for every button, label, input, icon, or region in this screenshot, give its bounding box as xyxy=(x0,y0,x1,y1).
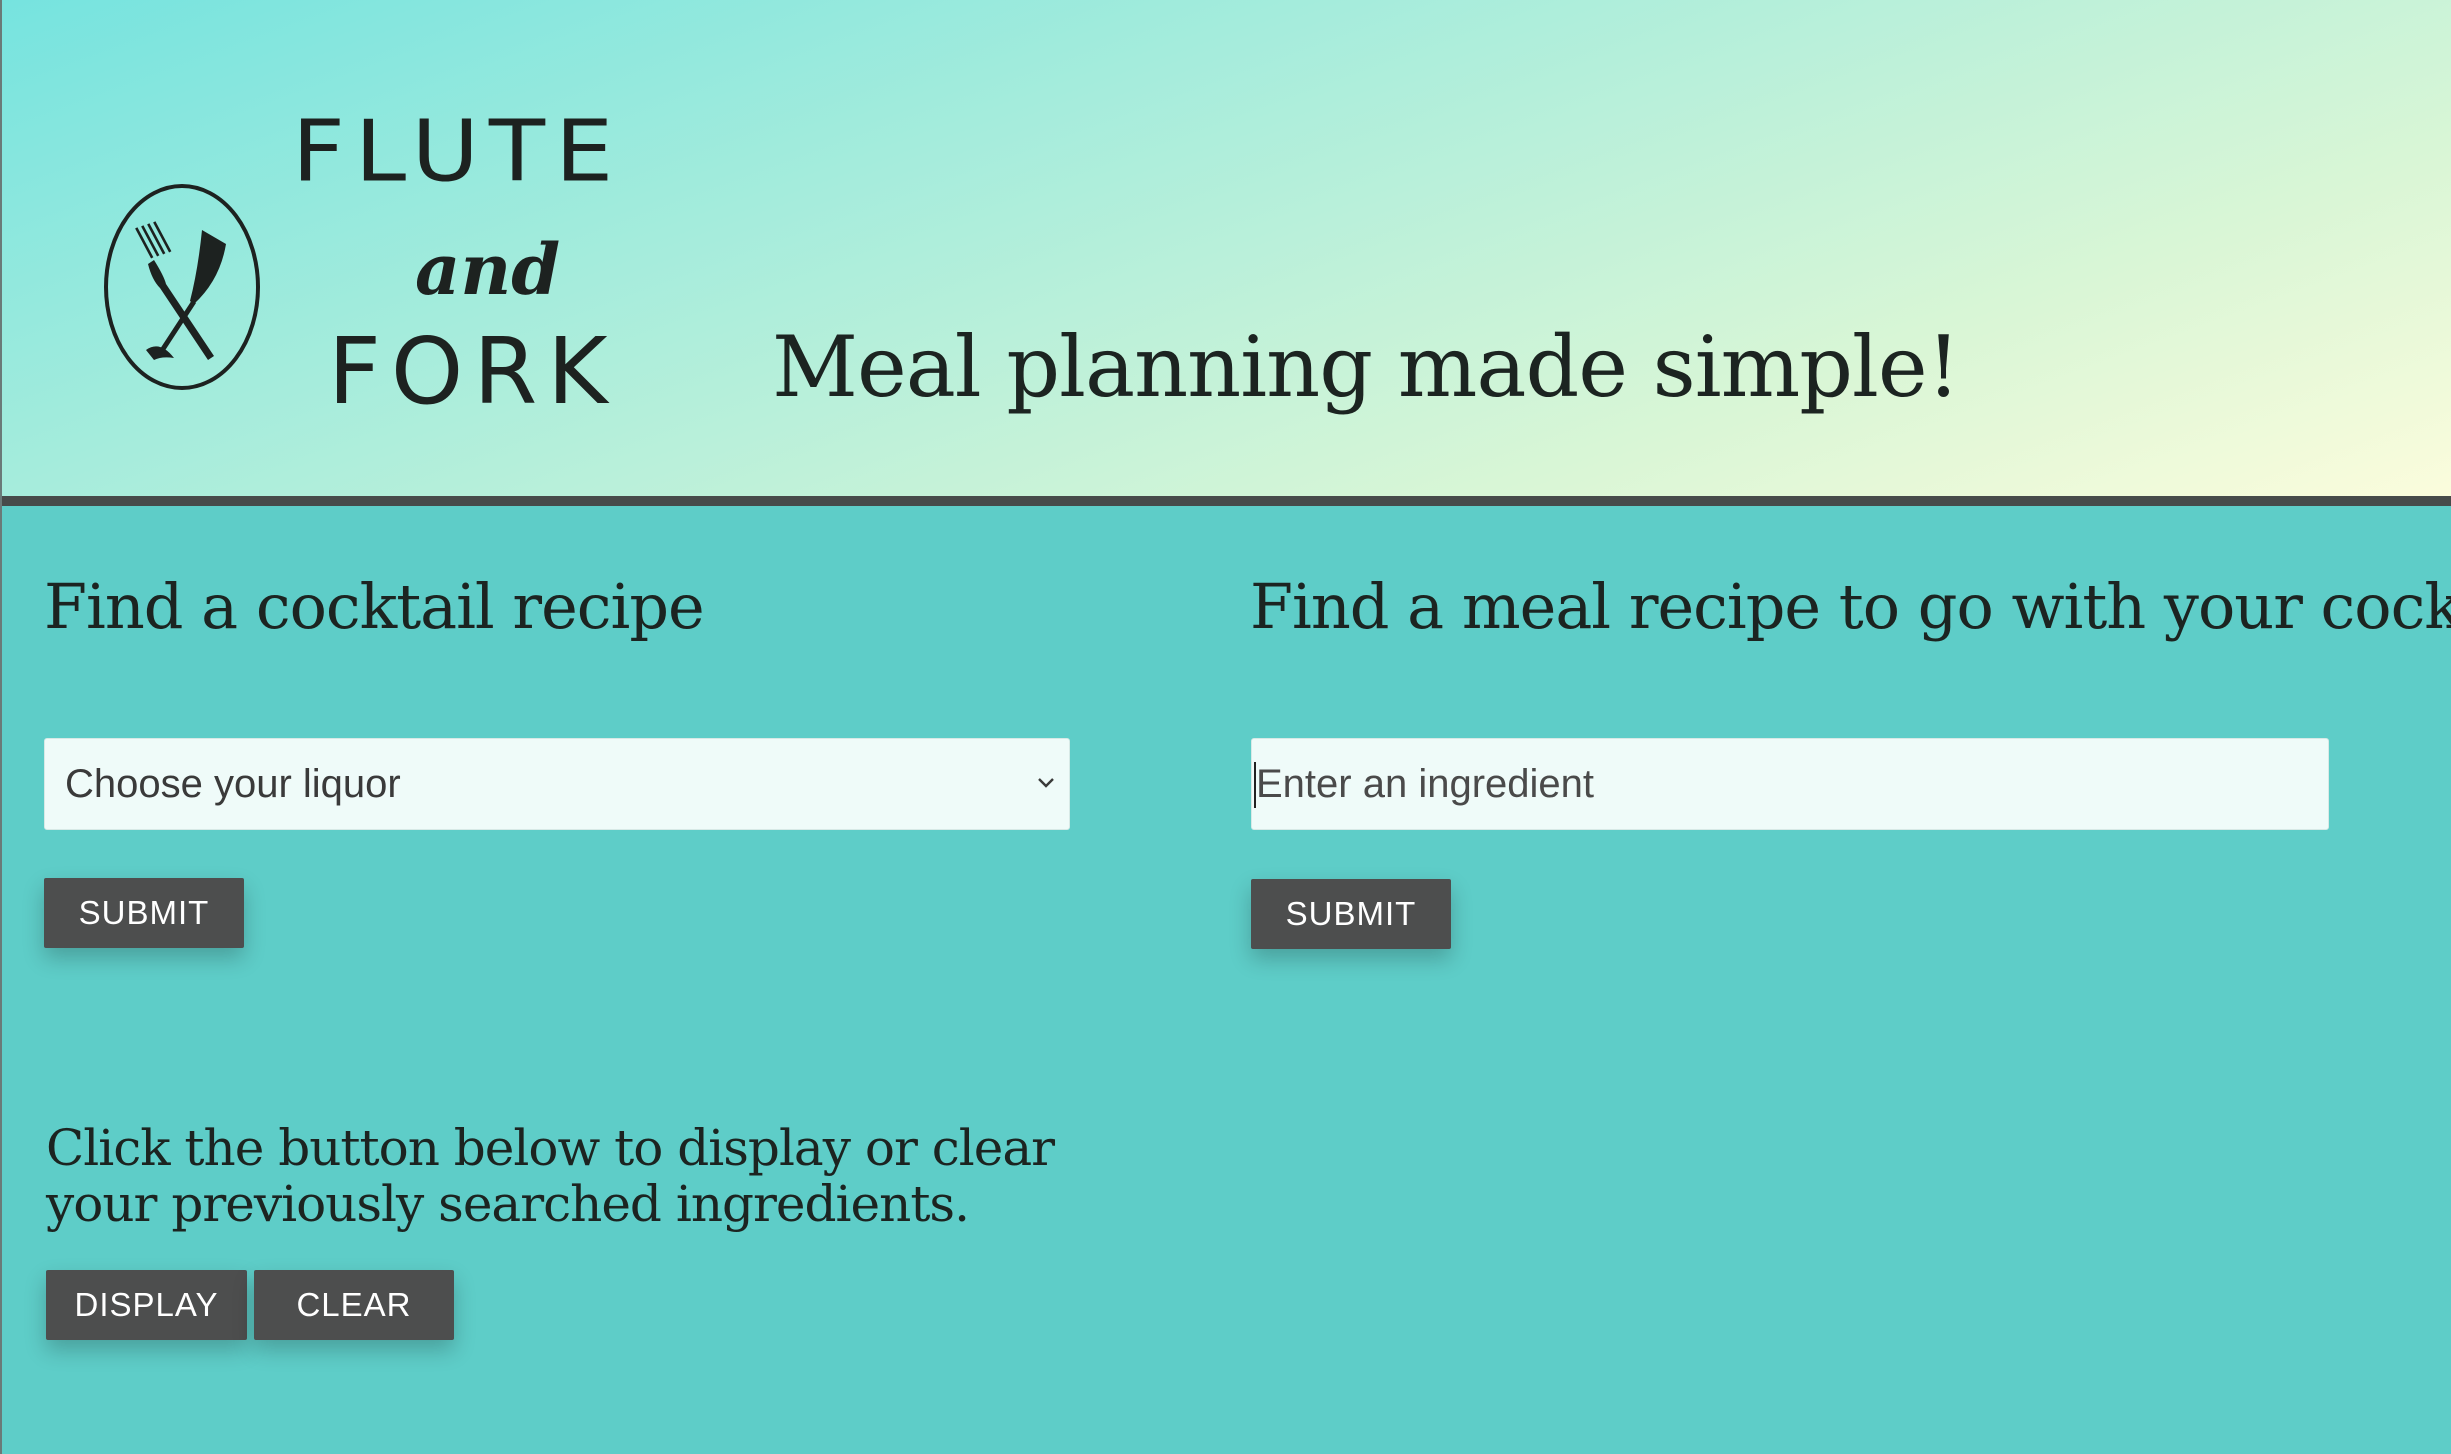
header-divider xyxy=(0,496,2451,506)
window-edge xyxy=(0,0,2,1454)
liquor-select[interactable]: Choose your liquor xyxy=(44,738,1070,830)
clear-history-button[interactable]: CLEAR xyxy=(254,1270,454,1340)
search-history-instructions: Click the button below to display or cle… xyxy=(46,1119,1055,1233)
logo-text-fork: fork xyxy=(328,318,618,425)
text-caret xyxy=(1254,762,1256,808)
page: flute and fork Meal planning made simple… xyxy=(0,0,2451,1454)
meal-section-heading: Find a meal recipe to go with your cockt… xyxy=(1250,570,2451,643)
tagline: Meal planning made simple! xyxy=(772,318,1960,416)
logo-text-flute: flute xyxy=(292,102,624,201)
chevron-down-icon xyxy=(1038,778,1054,788)
site-header: flute and fork Meal planning made simple… xyxy=(0,0,2451,496)
ingredient-input[interactable] xyxy=(1251,738,2329,830)
logo-text-and: and xyxy=(415,228,561,311)
fork-and-flute-logo-icon xyxy=(104,184,260,390)
liquor-select-value: Choose your liquor xyxy=(65,761,401,806)
cocktail-section-heading: Find a cocktail recipe xyxy=(44,570,705,643)
meal-submit-button[interactable]: SUBMIT xyxy=(1251,879,1451,949)
display-history-button[interactable]: DISPLAY xyxy=(46,1270,247,1340)
cocktail-submit-button[interactable]: SUBMIT xyxy=(44,878,244,948)
